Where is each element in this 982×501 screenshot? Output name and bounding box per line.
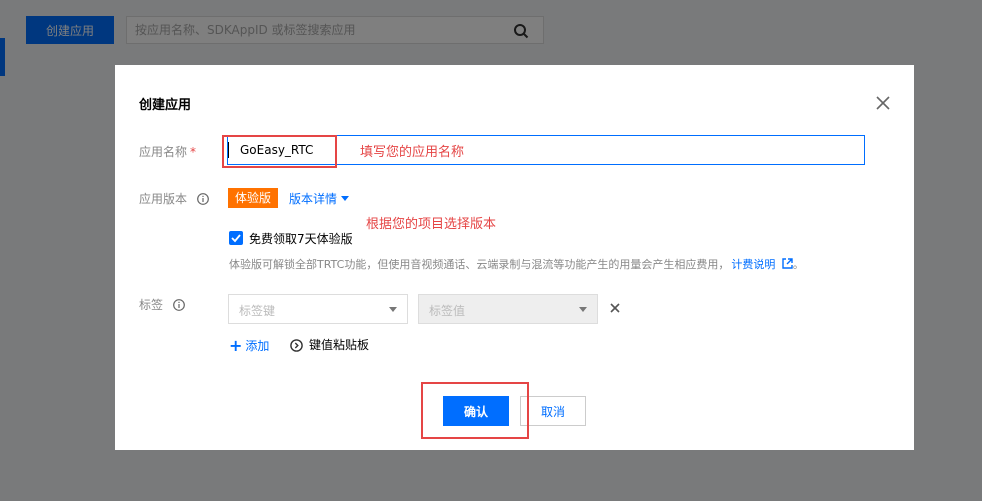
app-name-label-text: 应用名称 bbox=[139, 145, 188, 159]
clipboard-arrow-icon bbox=[290, 339, 303, 352]
add-tag-button[interactable]: + 添加 bbox=[229, 336, 269, 355]
tag-key-placeholder: 标签键 bbox=[239, 304, 276, 318]
annotation-app-version: 根据您的项目选择版本 bbox=[366, 217, 497, 232]
app-version-label: 应用版本 bbox=[139, 190, 209, 207]
dropdown-arrow-icon bbox=[579, 307, 587, 312]
dropdown-arrow-icon bbox=[389, 307, 397, 312]
version-details-dropdown[interactable]: 版本详情 bbox=[289, 190, 350, 207]
billing-link-label: 计费说明 bbox=[731, 258, 776, 271]
chevron-down-icon bbox=[341, 196, 350, 201]
info-icon[interactable] bbox=[196, 193, 209, 205]
trial-checkbox[interactable] bbox=[229, 231, 243, 245]
tags-label-text: 标签 bbox=[139, 298, 164, 312]
app-version-label-text: 应用版本 bbox=[139, 192, 188, 206]
required-mark: * bbox=[190, 145, 197, 159]
trial-hint: 体验版可解锁全部TRTC功能，但使用音视频通话、云端录制与混流等功能产生的用量会… bbox=[229, 258, 804, 271]
tag-value-placeholder: 标签值 bbox=[429, 304, 466, 318]
trial-version-badge[interactable]: 体验版 bbox=[228, 188, 279, 208]
annotation-highlight-name bbox=[222, 135, 337, 168]
dialog-title: 创建应用 bbox=[139, 98, 192, 113]
annotation-highlight-confirm bbox=[421, 382, 529, 439]
trial-checkbox-label[interactable]: 免费领取7天体验版 bbox=[249, 230, 353, 247]
create-app-dialog: 创建应用 应用名称* 填写您的应用名称 应用版本 体验版 版本详情 根据您的项目… bbox=[115, 65, 914, 450]
info-icon[interactable] bbox=[172, 299, 185, 311]
billing-link[interactable]: 计费说明 bbox=[731, 258, 793, 271]
plus-icon: + bbox=[229, 336, 243, 355]
clipboard-label: 键值粘贴板 bbox=[309, 338, 370, 352]
trial-hint-text: 体验版可解锁全部TRTC功能，但使用音视频通话、云端录制与混流等功能产生的用量会… bbox=[229, 258, 730, 271]
close-icon[interactable] bbox=[876, 96, 890, 110]
external-link-icon bbox=[782, 258, 793, 269]
add-tag-label: 添加 bbox=[245, 339, 270, 353]
tag-key-select[interactable]: 标签键 bbox=[228, 294, 408, 324]
version-details-label: 版本详情 bbox=[289, 192, 338, 206]
annotation-app-name: 填写您的应用名称 bbox=[360, 145, 465, 160]
app-name-label: 应用名称 * bbox=[139, 143, 196, 160]
cancel-button[interactable]: 取消 bbox=[520, 396, 586, 426]
remove-tag-icon[interactable] bbox=[610, 303, 620, 313]
tag-value-select[interactable]: 标签值 bbox=[418, 294, 598, 324]
clipboard-button[interactable]: 键值粘贴板 bbox=[290, 336, 369, 353]
tags-label: 标签 bbox=[139, 296, 185, 313]
